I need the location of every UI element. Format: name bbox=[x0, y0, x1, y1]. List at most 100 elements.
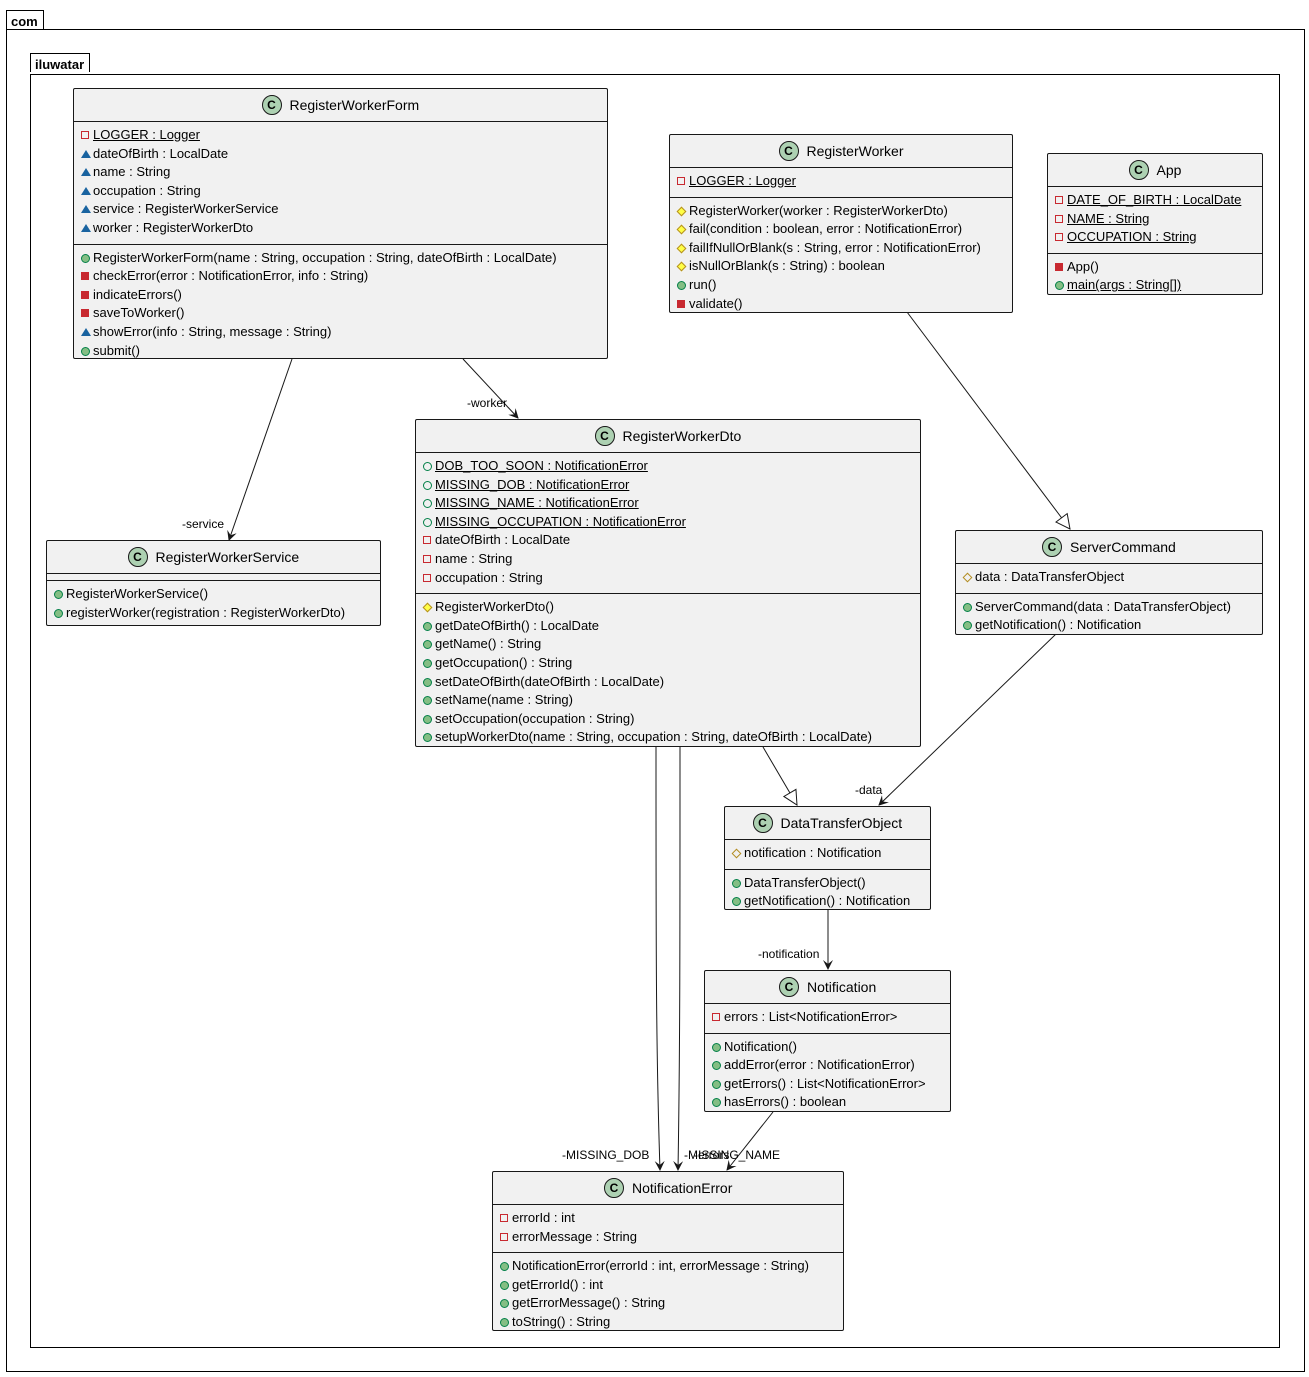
field-dateofbirth[interactable]: dateOfBirth : LocalDate bbox=[416, 531, 920, 550]
class-registerworker[interactable]: C RegisterWorker LOGGER : Logger RegisterWo… bbox=[669, 134, 1013, 313]
method-list: DataTransferObject() getNotification() : … bbox=[725, 870, 930, 917]
method-showerror[interactable]: showError(info : String, message : Strin… bbox=[74, 323, 607, 342]
field-occupation[interactable]: occupation : String bbox=[74, 182, 607, 201]
member-text: validate() bbox=[689, 295, 743, 311]
member-text: getErrorId() : int bbox=[512, 1276, 604, 1292]
method-servercommand[interactable]: ServerCommand(data : DataTransferObject) bbox=[956, 598, 1262, 617]
method-setoccupation[interactable]: setOccupation(occupation : String) bbox=[416, 710, 920, 729]
class-name: RegisterWorkerService bbox=[155, 549, 300, 565]
private-visibility-icon bbox=[81, 131, 89, 139]
method-checkerror[interactable]: checkError(error : NotificationError, in… bbox=[74, 267, 607, 286]
member-text: MISSING_NAME : NotificationError bbox=[435, 495, 639, 511]
field-errormessage[interactable]: errorMessage : String bbox=[493, 1228, 843, 1247]
public-visibility-icon bbox=[712, 1098, 721, 1108]
method-setname[interactable]: setName(name : String) bbox=[416, 691, 920, 710]
field-list: LOGGER : Logger dateOfBirth : LocalDate na… bbox=[74, 122, 607, 245]
private-visibility-icon bbox=[423, 536, 431, 545]
method-list: App() main(args : String[]) bbox=[1048, 254, 1262, 301]
member-text: ServerCommand(data : DataTransferObject) bbox=[975, 598, 1232, 614]
field-name[interactable]: NAME : String bbox=[1048, 210, 1262, 229]
method-notificationerror[interactable]: NotificationError(errorId : int, errorMe… bbox=[493, 1257, 843, 1276]
class-registerworkerform[interactable]: C RegisterWorkerForm LOGGER : Logger dateOf… bbox=[73, 88, 608, 359]
field-notification[interactable]: notification : Notification bbox=[725, 844, 930, 863]
class-name: RegisterWorkerDto bbox=[622, 428, 742, 444]
class-app[interactable]: C App DATE_OF_BIRTH : LocalDate NAME : Stri… bbox=[1047, 153, 1263, 295]
member-text: getDateOfBirth() : LocalDate bbox=[435, 617, 600, 633]
field-missing-occupation[interactable]: MISSING_OCCUPATION : NotificationError bbox=[416, 513, 920, 532]
method-getdateofbirth[interactable]: getDateOfBirth() : LocalDate bbox=[416, 617, 920, 636]
method-registerworker[interactable]: RegisterWorker(worker : RegisterWorkerDt… bbox=[670, 202, 1012, 221]
member-text: DATE_OF_BIRTH : LocalDate bbox=[1067, 192, 1242, 207]
method-registerworkerdto[interactable]: RegisterWorkerDto() bbox=[416, 598, 920, 617]
field-name[interactable]: name : String bbox=[416, 550, 920, 569]
private-visibility-icon bbox=[712, 1013, 720, 1021]
member-text: errors : List<NotificationError> bbox=[724, 1009, 898, 1024]
field-missing-name[interactable]: MISSING_NAME : NotificationError bbox=[416, 494, 920, 513]
public-visibility-icon bbox=[423, 517, 432, 527]
method-indicateerrors[interactable]: indicateErrors() bbox=[74, 286, 607, 305]
private-visibility-icon bbox=[500, 1214, 508, 1222]
class-registerworkerservice[interactable]: C RegisterWorkerService RegisterWorkerServ… bbox=[46, 540, 381, 626]
class-registerworkerdto[interactable]: C RegisterWorkerDto DOB_TOO_SOON : Notific… bbox=[415, 419, 921, 747]
member-text: setName(name : String) bbox=[435, 692, 573, 708]
field-errors[interactable]: errors : List<NotificationError> bbox=[705, 1008, 950, 1027]
method-app[interactable]: App() bbox=[1048, 258, 1262, 277]
method-getnotification[interactable]: getNotification() : Notification bbox=[956, 616, 1262, 635]
class-notification[interactable]: C Notification errors : List<NotificationE… bbox=[704, 970, 951, 1112]
method-datatransferobject[interactable]: DataTransferObject() bbox=[725, 874, 930, 893]
member-text: App() bbox=[1067, 258, 1099, 274]
method-haserrors[interactable]: hasErrors() : boolean bbox=[705, 1093, 950, 1112]
public-visibility-icon bbox=[712, 1042, 721, 1052]
method-list: RegisterWorkerService() registerWorker(re… bbox=[47, 581, 380, 628]
package-visibility-icon bbox=[81, 149, 91, 158]
method-tostring[interactable]: toString() : String bbox=[493, 1313, 843, 1332]
field-logger[interactable]: LOGGER : Logger bbox=[670, 172, 1012, 191]
class-notificationerror[interactable]: C NotificationError errorId : int errorMess… bbox=[492, 1171, 844, 1331]
method-validate[interactable]: validate() bbox=[670, 295, 1012, 314]
class-header: C NotificationError bbox=[493, 1172, 843, 1205]
field-list: DATE_OF_BIRTH : LocalDate NAME : String OC… bbox=[1048, 187, 1262, 254]
method-run[interactable]: run() bbox=[670, 276, 1012, 295]
class-datatransferobject[interactable]: C DataTransferObject notification : Notifi… bbox=[724, 806, 931, 910]
private-visibility-icon bbox=[81, 272, 89, 281]
method-isnullorblank[interactable]: isNullOrBlank(s : String) : boolean bbox=[670, 257, 1012, 276]
method-main[interactable]: main(args : String[]) bbox=[1048, 276, 1262, 295]
method-failifnullorblank[interactable]: failIfNullOrBlank(s : String, error : No… bbox=[670, 239, 1012, 258]
method-geterrorid[interactable]: getErrorId() : int bbox=[493, 1276, 843, 1295]
field-data[interactable]: data : DataTransferObject bbox=[956, 568, 1262, 587]
field-errorid[interactable]: errorId : int bbox=[493, 1209, 843, 1228]
method-notification[interactable]: Notification() bbox=[705, 1038, 950, 1057]
method-getnotification[interactable]: getNotification() : Notification bbox=[725, 892, 930, 911]
method-getname[interactable]: getName() : String bbox=[416, 635, 920, 654]
field-name[interactable]: name : String bbox=[74, 163, 607, 182]
field-worker[interactable]: worker : RegisterWorkerDto bbox=[74, 219, 607, 238]
method-registerworkerservice[interactable]: RegisterWorkerService() bbox=[47, 585, 380, 604]
field-date-of-birth[interactable]: DATE_OF_BIRTH : LocalDate bbox=[1048, 191, 1262, 210]
edge-dto-to-error-missing-dob bbox=[654, 746, 665, 1171]
method-geterrors[interactable]: getErrors() : List<NotificationError> bbox=[705, 1075, 950, 1094]
method-registerworkerform[interactable]: RegisterWorkerForm(name : String, occupa… bbox=[74, 249, 607, 268]
field-logger[interactable]: LOGGER : Logger bbox=[74, 126, 607, 145]
method-setupworkerdto[interactable]: setupWorkerDto(name : String, occupation… bbox=[416, 728, 920, 747]
method-registerworker[interactable]: registerWorker(registration : RegisterWo… bbox=[47, 604, 380, 623]
public-visibility-icon bbox=[712, 1079, 721, 1089]
method-savetoworker[interactable]: saveToWorker() bbox=[74, 304, 607, 323]
field-occupation[interactable]: occupation : String bbox=[416, 569, 920, 588]
field-occupation[interactable]: OCCUPATION : String bbox=[1048, 228, 1262, 247]
member-text: indicateErrors() bbox=[93, 286, 182, 302]
public-visibility-icon bbox=[423, 462, 432, 471]
member-text: NotificationError(errorId : int, errorMe… bbox=[512, 1258, 809, 1274]
method-submit[interactable]: submit() bbox=[74, 342, 607, 361]
class-name: App bbox=[1156, 162, 1182, 178]
method-adderror[interactable]: addError(error : NotificationError) bbox=[705, 1056, 950, 1075]
method-getoccupation[interactable]: getOccupation() : String bbox=[416, 654, 920, 673]
field-service[interactable]: service : RegisterWorkerService bbox=[74, 200, 607, 219]
field-dob-too-soon[interactable]: DOB_TOO_SOON : NotificationError bbox=[416, 457, 920, 476]
method-setdateofbirth[interactable]: setDateOfBirth(dateOfBirth : LocalDate) bbox=[416, 673, 920, 692]
field-missing-dob[interactable]: MISSING_DOB : NotificationError bbox=[416, 476, 920, 495]
member-text: getName() : String bbox=[435, 636, 542, 652]
class-servercommand[interactable]: C ServerCommand data : DataTransferObject S… bbox=[955, 530, 1263, 635]
method-fail[interactable]: fail(condition : boolean, error : Notifi… bbox=[670, 220, 1012, 239]
field-dateofbirth[interactable]: dateOfBirth : LocalDate bbox=[74, 145, 607, 164]
method-geterrormessage[interactable]: getErrorMessage() : String bbox=[493, 1294, 843, 1313]
